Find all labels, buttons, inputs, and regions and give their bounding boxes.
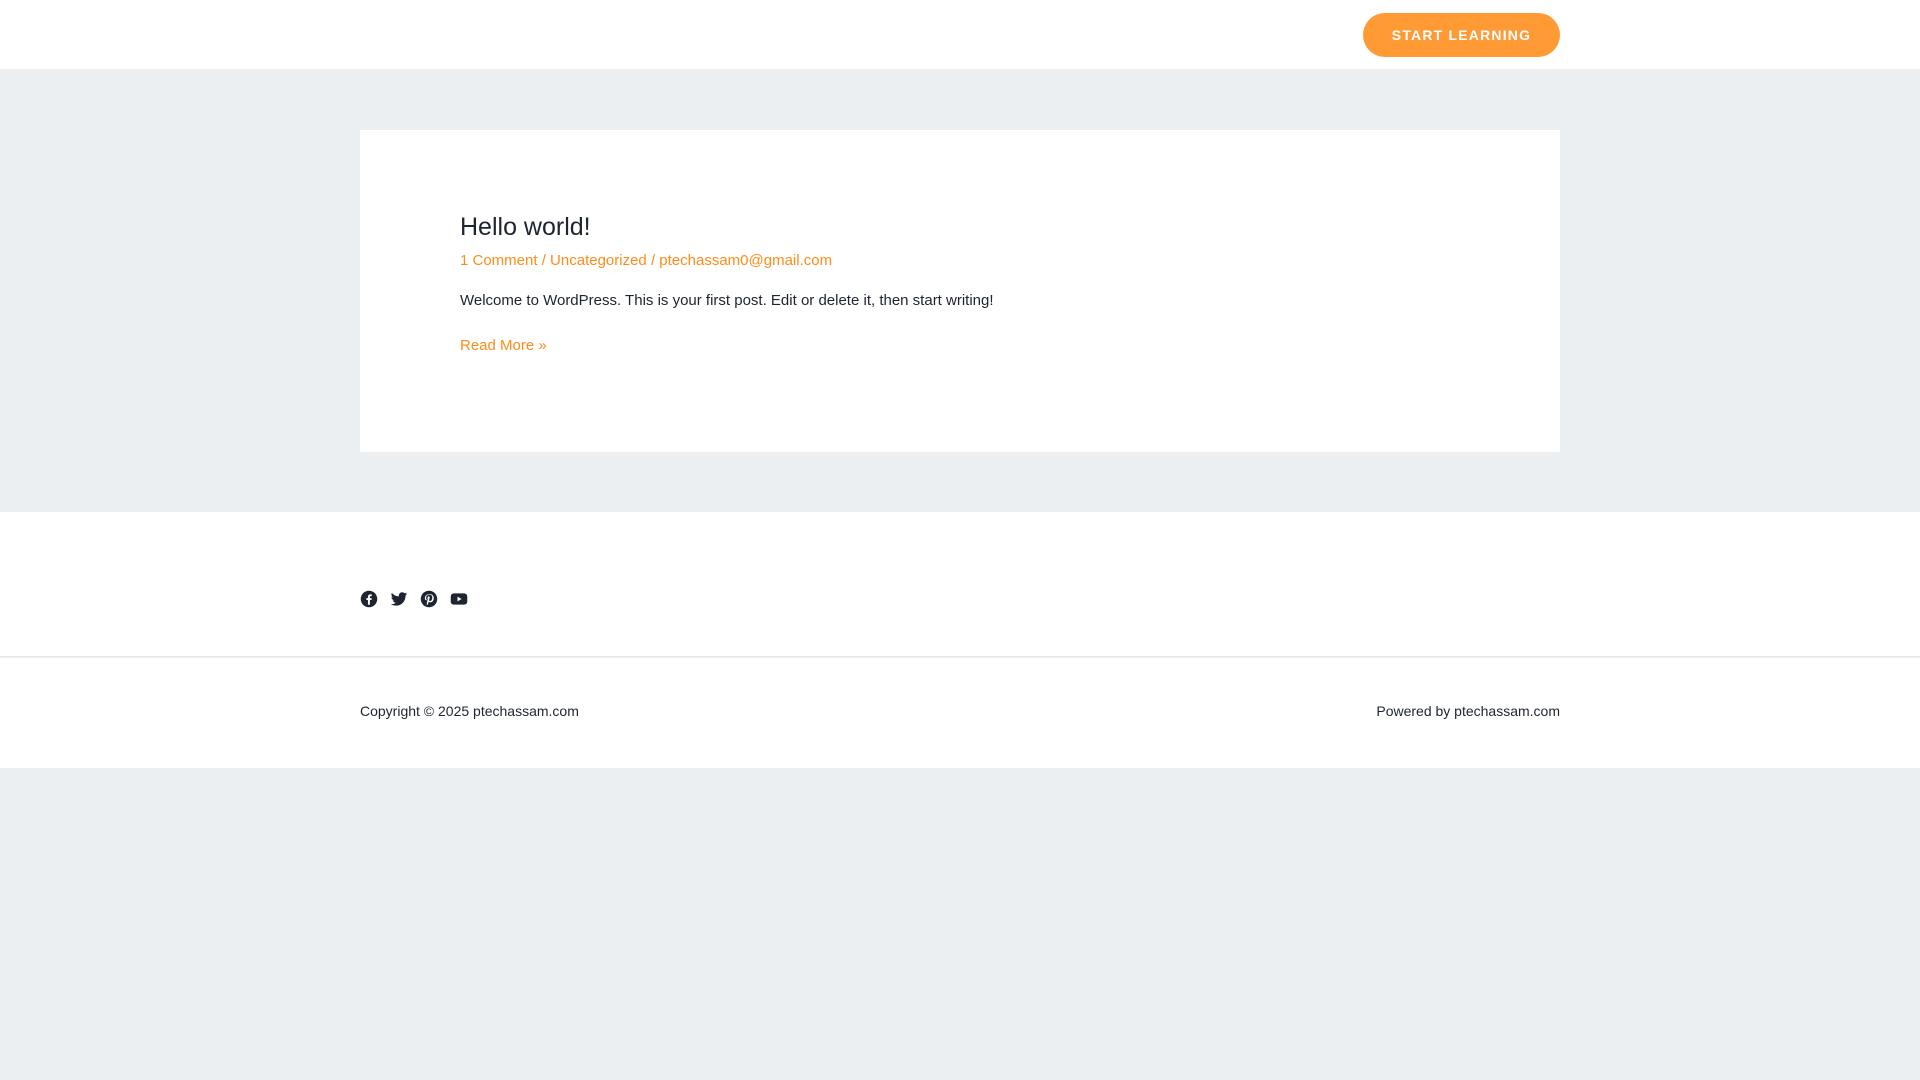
social-icons bbox=[360, 590, 468, 608]
author-link[interactable]: ptechassam0@gmail.com bbox=[659, 252, 832, 269]
post-title[interactable]: Hello world! bbox=[460, 212, 591, 242]
start-learning-button[interactable]: START LEARNING bbox=[1363, 13, 1560, 57]
facebook-icon[interactable] bbox=[360, 590, 378, 608]
site-header: START LEARNING bbox=[0, 0, 1920, 70]
read-more-link[interactable]: Read More » bbox=[460, 337, 547, 354]
powered-by-text: Powered by ptechassam.com bbox=[1376, 703, 1560, 719]
category-link[interactable]: Uncategorized bbox=[550, 252, 647, 269]
twitter-icon[interactable] bbox=[390, 590, 408, 608]
post-excerpt: Welcome to WordPress. This is your first… bbox=[460, 292, 994, 309]
meta-separator: / bbox=[646, 252, 660, 269]
post-meta: 1 Comment / Uncategorized / ptechassam0@… bbox=[460, 250, 832, 271]
footer-bar: Copyright © 2025 ptechassam.com Powered … bbox=[0, 658, 1920, 768]
footer-widgets bbox=[0, 512, 1920, 657]
comments-link[interactable]: 1 Comment bbox=[460, 252, 538, 269]
post-card: Hello world! 1 Comment / Uncategorized /… bbox=[360, 130, 1560, 452]
youtube-icon[interactable] bbox=[450, 590, 468, 608]
pinterest-icon[interactable] bbox=[420, 590, 438, 608]
meta-separator: / bbox=[537, 252, 551, 269]
copyright-text: Copyright © 2025 ptechassam.com bbox=[360, 703, 579, 719]
